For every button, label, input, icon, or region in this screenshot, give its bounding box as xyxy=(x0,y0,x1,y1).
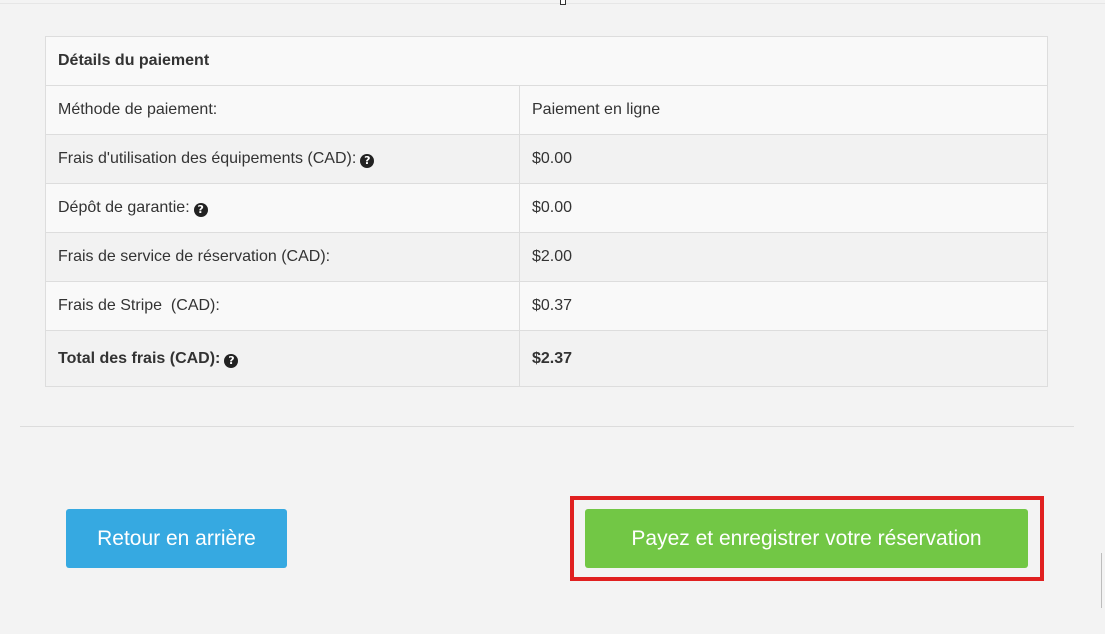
table-row: Frais de Stripe (CAD): $0.37 xyxy=(45,281,1048,331)
equipment-fee-value: $0.00 xyxy=(519,134,1048,184)
stripe-fee-value: $0.37 xyxy=(519,281,1048,331)
row-label: Frais de service de réservation (CAD): xyxy=(45,232,520,282)
total-row: Total des frais (CAD):? $2.37 xyxy=(45,330,1048,387)
cursor-marker xyxy=(560,0,566,5)
row-label: Méthode de paiement: xyxy=(45,85,520,135)
scroll-edge xyxy=(1101,553,1105,608)
back-button[interactable]: Retour en arrière xyxy=(66,509,287,568)
question-circle-icon[interactable]: ? xyxy=(193,203,208,217)
booking-service-fee-label: Frais de service de réservation (CAD): xyxy=(58,248,331,265)
question-circle-icon[interactable]: ? xyxy=(360,154,375,168)
stripe-fee-label: Frais de Stripe (CAD): xyxy=(58,297,220,314)
table-row: Frais d'utilisation des équipements (CAD… xyxy=(45,134,1048,184)
deposit-label: Dépôt de garantie: xyxy=(58,199,190,216)
row-label: Frais d'utilisation des équipements (CAD… xyxy=(45,134,520,184)
total-fees-label: Total des frais (CAD): xyxy=(58,349,221,367)
payment-details-header: Détails du paiement xyxy=(45,36,1048,86)
pay-and-save-reservation-button[interactable]: Payez et enregistrer votre réservation xyxy=(585,509,1028,568)
total-fees-value: $2.37 xyxy=(519,330,1048,387)
question-circle-icon[interactable]: ? xyxy=(224,353,239,368)
table-header-row: Détails du paiement xyxy=(45,36,1048,86)
deposit-value: $0.00 xyxy=(519,183,1048,233)
table-row: Méthode de paiement: Paiement en ligne xyxy=(45,85,1048,135)
payment-method-value: Paiement en ligne xyxy=(519,85,1048,135)
booking-service-fee-value: $2.00 xyxy=(519,232,1048,282)
equipment-fee-label: Frais d'utilisation des équipements (CAD… xyxy=(58,150,357,167)
table-row: Frais de service de réservation (CAD): $… xyxy=(45,232,1048,282)
table-row: Dépôt de garantie:? $0.00 xyxy=(45,183,1048,233)
row-label: Total des frais (CAD):? xyxy=(45,330,520,387)
payment-details-table: Détails du paiement Méthode de paiement:… xyxy=(45,36,1048,387)
payment-method-label: Méthode de paiement: xyxy=(58,101,218,118)
row-label: Dépôt de garantie:? xyxy=(45,183,520,233)
row-label: Frais de Stripe (CAD): xyxy=(45,281,520,331)
top-border xyxy=(0,0,1105,4)
section-divider xyxy=(20,426,1074,427)
